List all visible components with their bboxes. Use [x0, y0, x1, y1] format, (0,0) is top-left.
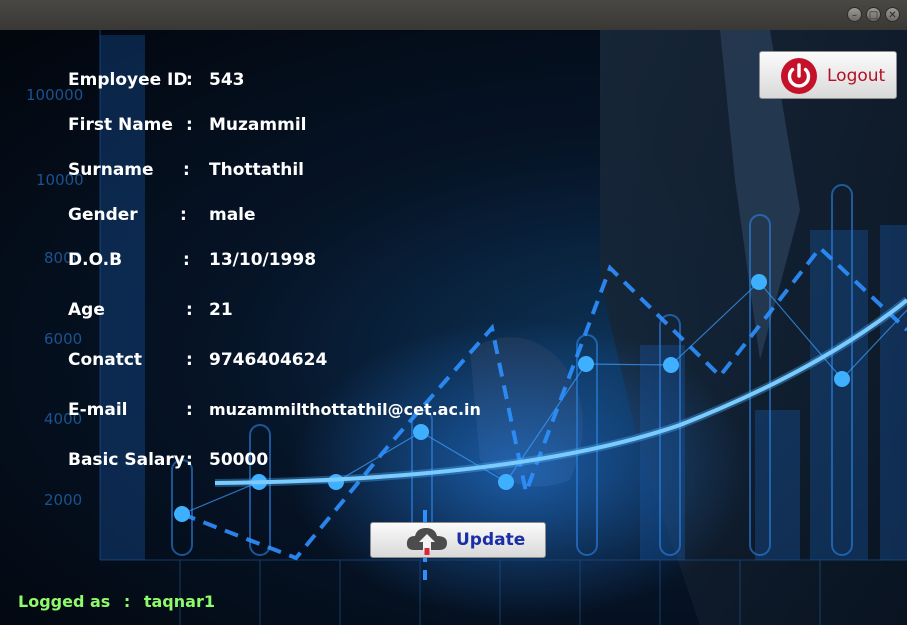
basic-salary-colon: : [186, 450, 193, 470]
maximize-icon: □ [868, 10, 879, 21]
cloud-upload-icon [406, 528, 447, 555]
gender-value: male [209, 205, 256, 225]
age-value: 21 [209, 300, 233, 320]
close-button[interactable]: ✕ [885, 7, 900, 22]
logged-in-username: taqnar1 [143, 592, 215, 611]
first-name-label: First Name [68, 115, 173, 135]
dob-colon: : [183, 250, 190, 270]
logout-button[interactable]: Logout [759, 51, 897, 99]
contact-value: 9746404624 [209, 350, 328, 370]
update-button[interactable]: Update [370, 522, 546, 558]
update-label: Update [456, 530, 526, 550]
logged-as-colon: : [123, 592, 131, 611]
email-value: muzammilthottathil@cet.ac.in [209, 400, 481, 419]
minimize-icon: – [852, 10, 857, 21]
first-name-colon: : [186, 115, 193, 135]
minimize-button[interactable]: – [847, 7, 862, 22]
logout-label: Logout [827, 66, 886, 86]
dob-value: 13/10/1998 [209, 250, 317, 270]
dob-label: D.O.B [68, 250, 123, 270]
logged-in-status: Logged as : taqnar1 [18, 592, 215, 611]
surname-label: Surname [68, 160, 154, 180]
employee-profile-panel: 100000 10000 8000 6000 4000 2000 Employe… [0, 30, 907, 625]
gender-label: Gender [68, 205, 138, 225]
email-label: E-mail [68, 400, 128, 420]
gender-colon: : [180, 205, 187, 225]
first-name-value: Muzammil [209, 115, 307, 135]
contact-label: Conatct [68, 350, 143, 370]
maximize-button[interactable]: □ [866, 7, 881, 22]
basic-salary-value: 50000 [209, 450, 269, 470]
axis-tick-6000: 6000 [44, 330, 82, 348]
power-icon [781, 58, 817, 94]
email-colon: : [186, 400, 193, 420]
title-bar: – □ ✕ [0, 0, 907, 31]
basic-salary-label: Basic Salary [68, 450, 185, 470]
age-label: Age [68, 300, 105, 320]
age-colon: : [186, 300, 193, 320]
logged-as-label: Logged as [18, 592, 111, 611]
employee-id-colon: : [186, 70, 193, 90]
axis-tick-2000: 2000 [44, 491, 82, 509]
surname-colon: : [183, 160, 190, 180]
employee-id-value: 543 [209, 70, 245, 90]
surname-value: Thottathil [209, 160, 304, 180]
employee-id-label: Employee ID [68, 70, 188, 90]
contact-colon: : [186, 350, 193, 370]
app-window: – □ ✕ 100000 10000 8000 6000 4000 2000 E… [0, 0, 907, 625]
close-icon: ✕ [888, 10, 897, 21]
